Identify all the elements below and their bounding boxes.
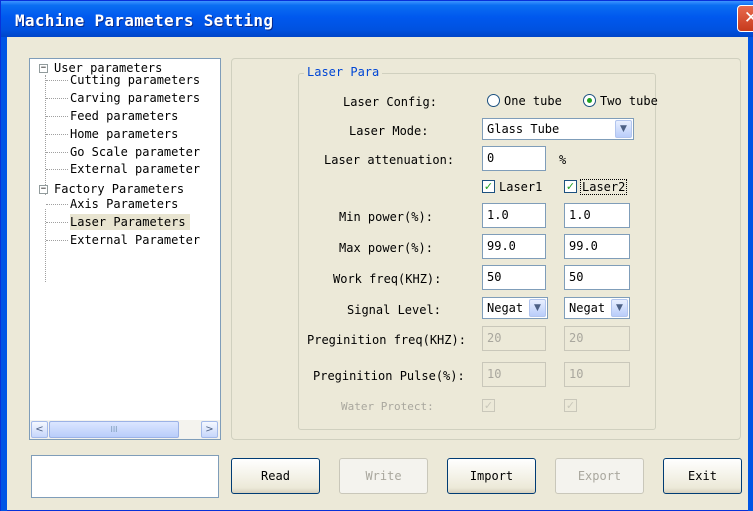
signal-level-label: Signal Level: (347, 303, 441, 317)
tree-item-home-parameters[interactable]: Home parameters (70, 126, 178, 142)
laser2-preginition-freq-input[interactable]: 20 (564, 326, 630, 351)
tree-item-go-scale-parameter[interactable]: Go Scale parameter (70, 144, 200, 160)
tree-item-laser-parameters[interactable]: Laser Parameters (70, 214, 190, 230)
read-button[interactable]: Read (231, 458, 320, 494)
write-button[interactable]: Write (339, 458, 428, 494)
tree-connector (45, 75, 46, 195)
laser2-water-protect-checkbox[interactable]: ✓ (564, 399, 577, 412)
chevron-left-icon: < (35, 424, 44, 435)
preginition-freq-label: Preginition freq(KHZ): (307, 333, 466, 347)
horizontal-scrollbar[interactable]: < III > (30, 420, 220, 439)
tree-item-external-parameter[interactable]: External parameter (70, 161, 200, 177)
preginition-pulse-label: Preginition Pulse(%): (313, 369, 465, 383)
water-protect-label: Water Protect: (341, 400, 434, 413)
window-frame-right (748, 37, 753, 511)
one-tube-radio[interactable] (487, 94, 500, 107)
tree-connector (46, 134, 68, 135)
laser-para-group-title: Laser Para (304, 65, 383, 79)
laser1-max-power-input[interactable]: 99.0 (482, 234, 546, 259)
laser2-signal-level-select[interactable]: Negat ▼ (564, 297, 630, 319)
laser2-label[interactable]: Laser2 (580, 179, 628, 195)
laser1-signal-level-value: Negat (487, 301, 524, 315)
scroll-left-button[interactable]: < (31, 421, 48, 438)
close-icon: ✕ (743, 8, 753, 28)
laser2-min-power-input[interactable]: 1.0 (564, 203, 630, 228)
laser1-signal-level-select[interactable]: Negat ▼ (482, 297, 548, 319)
tree-item-external-parameter-factory[interactable]: External Parameter (70, 232, 200, 248)
tree-connector (46, 222, 68, 223)
tree-connector (46, 98, 68, 99)
laser-mode-value: Glass Tube (487, 122, 560, 136)
laser1-checkbox[interactable]: ✓ (482, 180, 495, 193)
title-bar[interactable]: Machine Parameters Setting ✕ (1, 1, 753, 37)
one-tube-label[interactable]: One tube (504, 94, 562, 108)
two-tube-radio[interactable] (583, 94, 596, 107)
import-button[interactable]: Import (447, 458, 536, 494)
chevron-right-icon: > (205, 424, 214, 435)
laser1-min-power-input[interactable]: 1.0 (482, 203, 546, 228)
laser1-work-freq-input[interactable]: 50 (482, 265, 546, 290)
collapse-icon[interactable]: − (39, 64, 48, 73)
two-tube-label[interactable]: Two tube (600, 94, 658, 108)
scroll-grip-icon: III (110, 425, 118, 434)
collapse-icon[interactable]: − (39, 185, 48, 194)
attenuation-unit: % (559, 153, 567, 167)
machine-parameters-window: Machine Parameters Setting ✕ − User para… (0, 0, 753, 511)
close-button[interactable]: ✕ (737, 5, 753, 32)
scroll-right-button[interactable]: > (201, 421, 218, 438)
laser2-work-freq-input[interactable]: 50 (564, 265, 630, 290)
laser-config-label: Laser Config: (343, 95, 437, 109)
exit-button[interactable]: Exit (663, 458, 742, 494)
parameter-tree[interactable]: − User parameters Cutting parameters Car… (29, 58, 221, 440)
min-power-label: Min power(%): (339, 210, 433, 224)
laser2-max-power-input[interactable]: 99.0 (564, 234, 630, 259)
tree-item-factory-parameters[interactable]: Factory Parameters (54, 181, 184, 197)
chevron-down-icon[interactable]: ▼ (611, 299, 628, 317)
tree-item-carving-parameters[interactable]: Carving parameters (70, 90, 200, 106)
tree-connector (46, 240, 68, 241)
tree-connector (46, 116, 68, 117)
laser2-checkbox[interactable]: ✓ (564, 180, 577, 193)
laser-mode-label: Laser Mode: (349, 124, 429, 138)
chevron-down-icon[interactable]: ▼ (615, 120, 632, 138)
window-title: Machine Parameters Setting (15, 11, 274, 30)
laser2-signal-level-value: Negat (569, 301, 606, 315)
tree-connector (46, 80, 68, 81)
status-message-box (31, 455, 219, 498)
tree-connector (46, 169, 68, 170)
tree-connector (46, 204, 68, 205)
laser1-water-protect-checkbox[interactable]: ✓ (482, 399, 495, 412)
work-freq-label: Work freq(KHZ): (333, 272, 442, 286)
laser-attenuation-label: Laser attenuation: (324, 153, 455, 167)
laser1-label[interactable]: Laser1 (499, 180, 542, 194)
window-frame-left (1, 37, 7, 511)
laser-attenuation-input[interactable]: 0 (482, 146, 546, 171)
tree-item-cutting-parameters[interactable]: Cutting parameters (70, 72, 200, 88)
radio-selected-dot (587, 98, 592, 103)
laser2-preginition-pulse-input[interactable]: 10 (564, 362, 630, 387)
tree-item-feed-parameters[interactable]: Feed parameters (70, 108, 178, 124)
laser-mode-select[interactable]: Glass Tube ▼ (482, 118, 634, 140)
scroll-thumb[interactable]: III (49, 421, 179, 438)
chevron-down-icon[interactable]: ▼ (529, 299, 546, 317)
laser1-preginition-pulse-input[interactable]: 10 (482, 362, 546, 387)
tree-item-axis-parameters[interactable]: Axis Parameters (70, 196, 178, 212)
max-power-label: Max power(%): (339, 241, 433, 255)
tree-connector (45, 209, 46, 282)
laser1-preginition-freq-input[interactable]: 20 (482, 326, 546, 351)
export-button[interactable]: Export (555, 458, 644, 494)
tree-connector (46, 152, 68, 153)
